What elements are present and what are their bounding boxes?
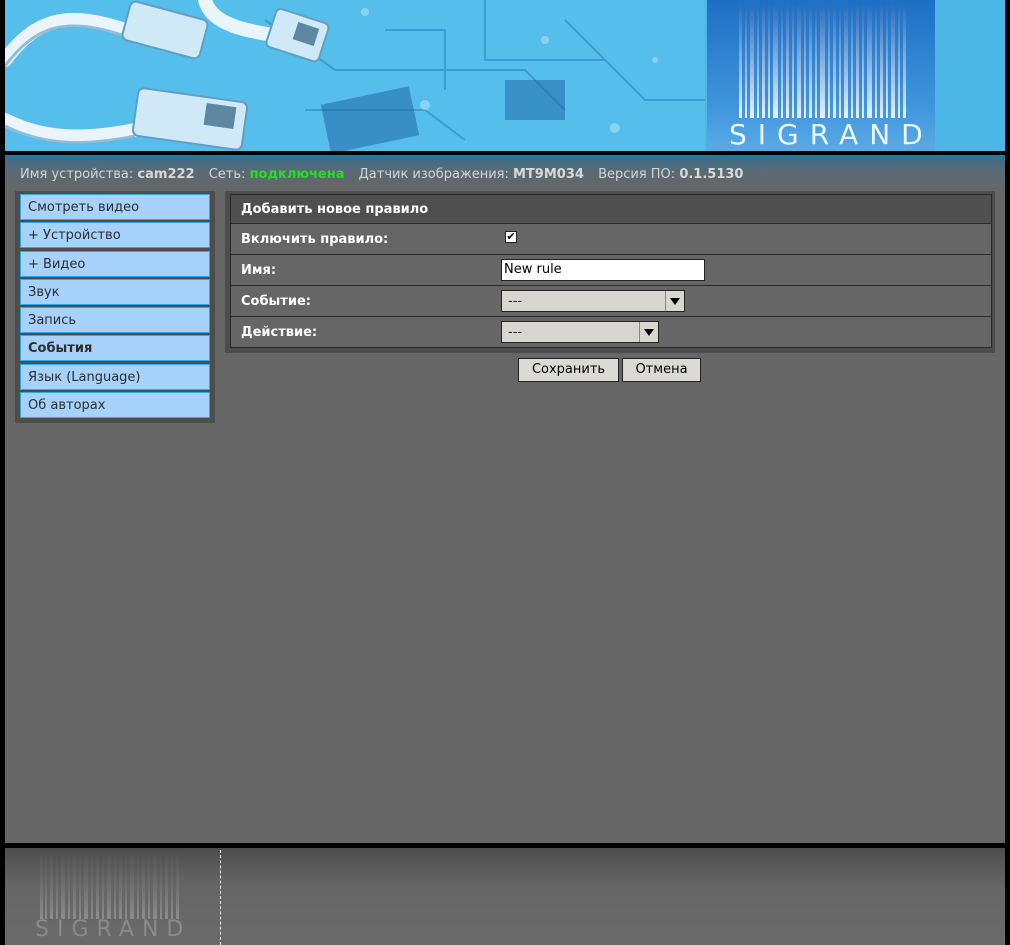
sidebar-item-events[interactable]: События	[20, 335, 210, 361]
sensor-value: MT9M034	[512, 167, 584, 182]
footer-logo-text: SIGRAND	[35, 917, 192, 942]
chevron-down-icon[interactable]	[665, 291, 684, 311]
status-bar: Имя устройства: cam222 Сеть: подключена …	[5, 155, 1005, 191]
action-row: Действие: ---	[231, 317, 991, 347]
network-label: Сеть:	[208, 167, 246, 182]
sidebar-item-about[interactable]: Об авторах	[20, 392, 210, 418]
event-label: Событие:	[241, 294, 311, 309]
device-name-label: Имя устройства:	[20, 167, 134, 182]
add-rule-form: Добавить новое правило Включить правило:…	[230, 194, 992, 348]
enable-rule-row: Включить правило: ✔	[231, 224, 991, 255]
sidebar-item-device[interactable]: + Устройство	[20, 222, 210, 248]
cancel-button[interactable]: Отмена	[622, 358, 701, 382]
name-label: Имя:	[241, 263, 277, 278]
enable-rule-label: Включить правило:	[241, 232, 389, 247]
rule-name-input[interactable]: New rule	[501, 259, 705, 281]
action-select[interactable]: ---	[501, 321, 659, 343]
sigrand-logo: SIGRAND	[707, 0, 935, 151]
footer-divider	[220, 850, 221, 945]
event-row: Событие: ---	[231, 286, 991, 317]
sidebar-item-language[interactable]: Язык (Language)	[20, 364, 210, 390]
footer: SIGRAND	[5, 848, 1005, 945]
sidebar-menu: Смотреть видео + Устройство + Видео Звук…	[15, 191, 215, 423]
chevron-down-icon[interactable]	[639, 322, 658, 342]
event-select-value: ---	[508, 294, 523, 309]
barcode-icon	[739, 6, 906, 118]
event-select[interactable]: ---	[501, 290, 685, 312]
device-name-value: cam222	[137, 167, 195, 182]
name-row: Имя: New rule	[231, 255, 991, 286]
firmware-value: 0.1.5130	[679, 167, 744, 182]
sensor-label: Датчик изображения:	[358, 167, 509, 182]
firmware-label: Версия ПО:	[598, 167, 676, 182]
form-header: Добавить новое правило	[231, 195, 991, 224]
barcode-icon	[40, 855, 179, 919]
form-title: Добавить новое правило	[241, 202, 429, 217]
sidebar-item-sound[interactable]: Звук	[20, 279, 210, 305]
enable-rule-checkbox[interactable]: ✔	[505, 231, 517, 243]
network-status-value: подключена	[249, 167, 345, 182]
logo-text: SIGRAND	[729, 118, 934, 151]
sidebar-item-watch-video[interactable]: Смотреть видео	[20, 194, 210, 220]
sidebar-item-recording[interactable]: Запись	[20, 307, 210, 333]
save-button[interactable]: Сохранить	[518, 358, 619, 382]
action-label: Действие:	[241, 325, 318, 340]
main-area: Смотреть видео + Устройство + Видео Звук…	[5, 191, 1005, 843]
footer-logo: SIGRAND	[35, 853, 185, 943]
header-banner: SIGRAND	[5, 0, 1005, 151]
content-panel: Добавить новое правило Включить правило:…	[225, 191, 995, 353]
sidebar-item-video[interactable]: + Видео	[20, 251, 210, 277]
action-select-value: ---	[508, 325, 523, 340]
